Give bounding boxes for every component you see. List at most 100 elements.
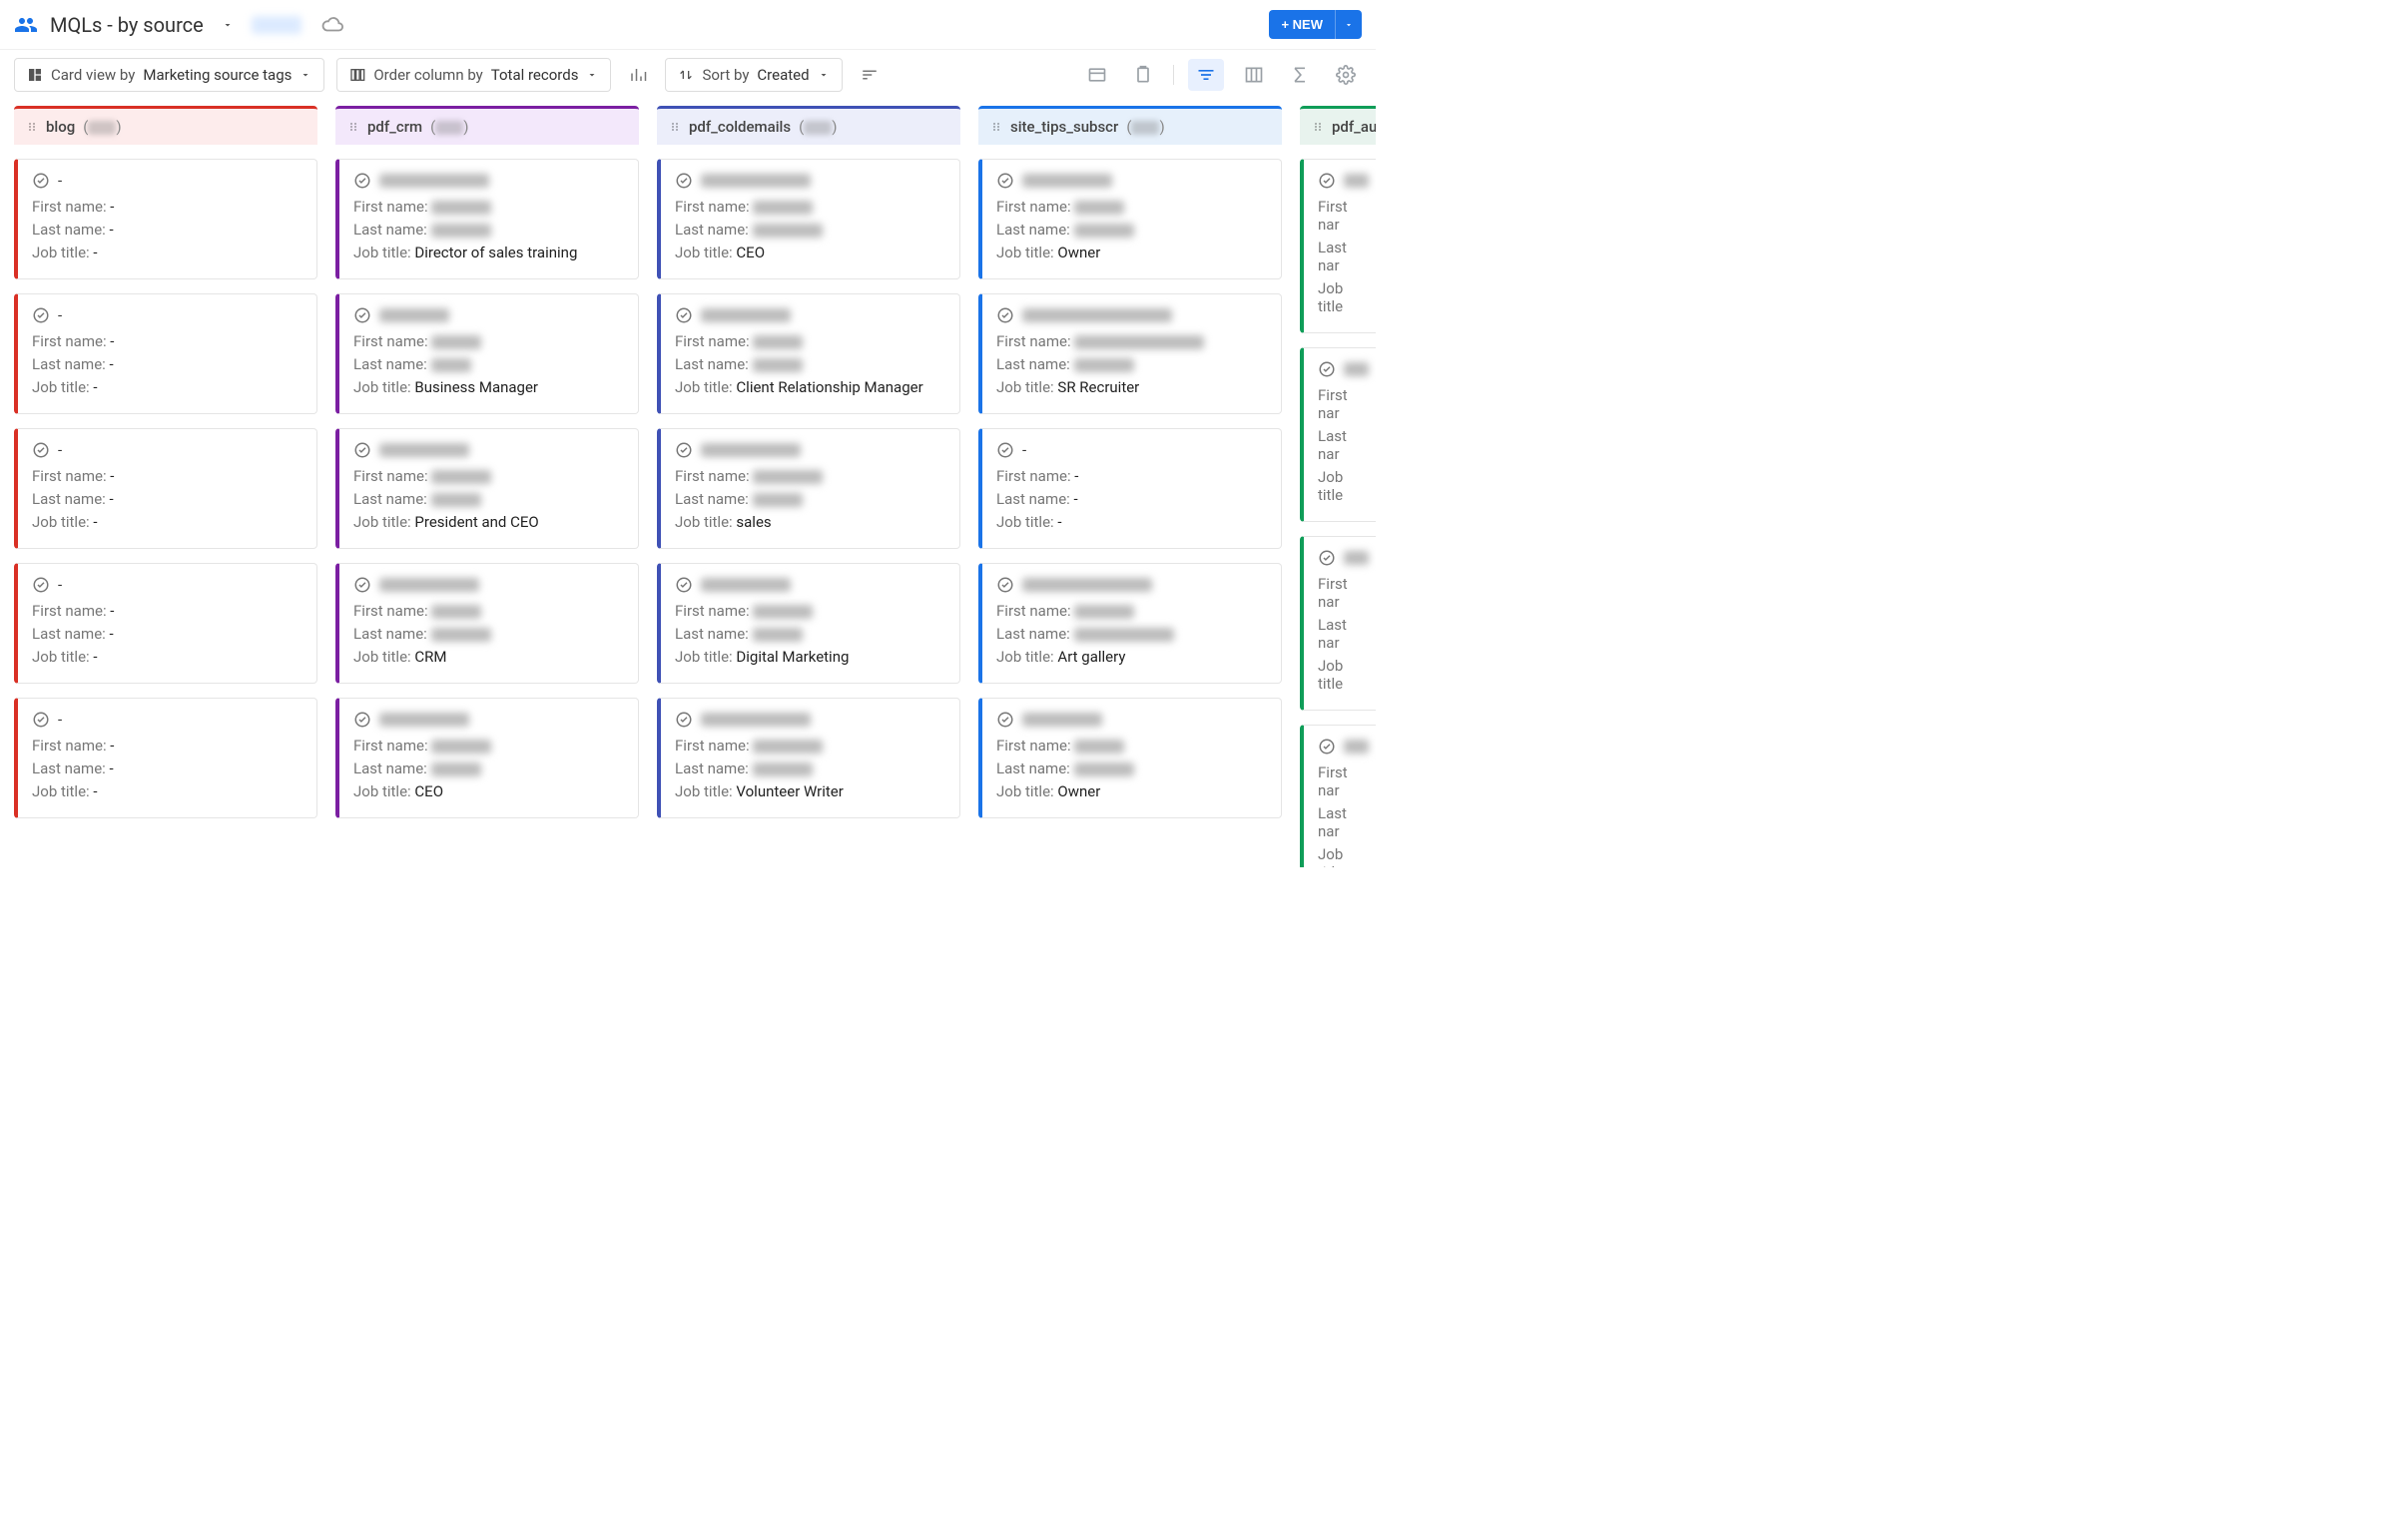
record-card[interactable]: -First name: -Last name: -Job title: -: [14, 293, 317, 414]
record-card[interactable]: First name: Last name: Job title: Direct…: [335, 159, 639, 279]
last-name-field: Last name: -: [32, 760, 302, 777]
last-name-field: Last name: -: [32, 221, 302, 239]
last-name-field: Last name:: [675, 760, 945, 777]
card-title-redacted: [379, 713, 469, 727]
page-title: MQLs - by source: [50, 13, 204, 37]
job-title-field: Job title: [1318, 845, 1369, 867]
header-badge-redacted: [252, 16, 301, 34]
last-name-field: Last nar: [1318, 616, 1369, 652]
card-title-redacted: [701, 174, 811, 188]
order-column-selector[interactable]: Order column by Total records: [336, 58, 611, 92]
record-card[interactable]: First name: Last name: Job title: Volunt…: [657, 698, 960, 818]
first-name-field: First name:: [675, 467, 945, 485]
settings-gear-icon[interactable]: [1330, 59, 1362, 91]
record-card[interactable]: First narLast narJob title: [1300, 347, 1376, 522]
title-dropdown[interactable]: [222, 19, 234, 31]
clipboard-icon[interactable]: [1127, 59, 1159, 91]
record-card[interactable]: First name: Last name: Job title: Presid…: [335, 428, 639, 549]
job-title-field: Job title: [1318, 657, 1369, 693]
column-site_tips_subscr: site_tips_subscr() First name: Last name:…: [978, 106, 1282, 867]
job-title-field: Job title: Volunteer Writer: [675, 782, 945, 800]
last-name-field: Last name: -: [32, 490, 302, 508]
first-name-field: First name:: [996, 332, 1267, 350]
record-card[interactable]: First name: Last name: Job title: CRM: [335, 563, 639, 684]
last-name-field: Last name: -: [32, 625, 302, 643]
record-card[interactable]: -First name: -Last name: -Job title: -: [14, 428, 317, 549]
new-button-dropdown[interactable]: [1335, 10, 1362, 39]
new-button[interactable]: + NEW: [1269, 10, 1335, 39]
cardview-prefix: Card view by: [51, 66, 135, 84]
drag-handle-icon[interactable]: [669, 121, 681, 133]
record-card[interactable]: First name: Last name: Job title: SR Rec…: [978, 293, 1282, 414]
job-title-field: Job title: -: [32, 513, 302, 531]
first-name-field: First name:: [353, 602, 624, 620]
card-title-redacted: [1344, 740, 1369, 754]
record-card[interactable]: First name: Last name: Job title: Busine…: [335, 293, 639, 414]
record-card[interactable]: First name: Last name: Job title: CEO: [657, 159, 960, 279]
card-title-redacted: [379, 174, 489, 188]
record-card[interactable]: First name: Last name: Job title: Art ga…: [978, 563, 1282, 684]
column-header[interactable]: pdf_coldemails(): [657, 106, 960, 145]
ordercol-value: Total records: [491, 66, 579, 84]
first-name-field: First name: -: [32, 198, 302, 216]
job-title-field: Job title: CRM: [353, 648, 624, 666]
last-name-field: Last name:: [996, 625, 1267, 643]
drag-handle-icon[interactable]: [347, 121, 359, 133]
first-name-field: First name:: [353, 737, 624, 755]
drag-handle-icon[interactable]: [990, 121, 1002, 133]
column-header[interactable]: blog(): [14, 106, 317, 145]
last-name-field: Last name:: [353, 760, 624, 777]
card-title-redacted: [701, 308, 791, 322]
last-name-field: Last name:: [996, 355, 1267, 373]
record-card[interactable]: -First name: -Last name: -Job title: -: [978, 428, 1282, 549]
drag-handle-icon[interactable]: [1312, 121, 1324, 133]
drag-handle-icon[interactable]: [26, 121, 38, 133]
record-card[interactable]: First name: Last name: Job title: Digita…: [657, 563, 960, 684]
sortby-value: Created: [757, 66, 809, 84]
sigma-icon[interactable]: [1284, 59, 1316, 91]
record-card[interactable]: First narLast narJob title: [1300, 159, 1376, 333]
column-name: pdf_crm: [367, 118, 422, 136]
view-card-icon[interactable]: [1081, 59, 1113, 91]
job-title-field: Job title: -: [32, 782, 302, 800]
kanban-board: blog() -First name: -Last name: -Job titl…: [0, 106, 1376, 867]
record-card[interactable]: First name: Last name: Job title: CEO: [335, 698, 639, 818]
record-card[interactable]: First name: Last name: Job title: sales: [657, 428, 960, 549]
card-title-redacted: [1022, 308, 1172, 322]
card-title-redacted: [379, 308, 449, 322]
record-card[interactable]: First name: Last name: Job title: Owner: [978, 159, 1282, 279]
record-card[interactable]: -First name: -Last name: -Job title: -: [14, 159, 317, 279]
record-card[interactable]: First name: Last name: Job title: Client…: [657, 293, 960, 414]
column-header[interactable]: site_tips_subscr(): [978, 106, 1282, 145]
last-name-field: Last name: -: [32, 355, 302, 373]
column-pdf_crm: pdf_crm() First name: Last name: Job titl…: [335, 106, 639, 867]
columns-icon[interactable]: [1238, 59, 1270, 91]
column-name: pdf_coldemails: [689, 118, 791, 136]
sort-lines-icon[interactable]: [855, 60, 885, 90]
job-title-field: Job title: [1318, 468, 1369, 504]
first-name-field: First name: -: [996, 467, 1267, 485]
filter-icon[interactable]: [1188, 59, 1224, 91]
job-title-field: Job title: CEO: [353, 782, 624, 800]
job-title-field: Job title: [1318, 279, 1369, 315]
record-card[interactable]: First narLast narJob title: [1300, 536, 1376, 711]
column-header[interactable]: pdf_crm(): [335, 106, 639, 145]
last-name-field: Last name:: [353, 490, 624, 508]
last-name-field: Last name:: [996, 760, 1267, 777]
card-view-selector[interactable]: Card view by Marketing source tags: [14, 58, 324, 92]
column-header[interactable]: pdf_au(): [1300, 106, 1376, 145]
record-card[interactable]: -First name: -Last name: -Job title: -: [14, 698, 317, 818]
chart-icon[interactable]: [623, 60, 653, 90]
record-card[interactable]: First narLast narJob title: [1300, 725, 1376, 867]
record-card[interactable]: First name: Last name: Job title: Owner: [978, 698, 1282, 818]
cloud-sync-icon[interactable]: [321, 14, 343, 36]
last-name-field: Last name:: [675, 355, 945, 373]
first-name-field: First name:: [353, 467, 624, 485]
first-name-field: First name:: [996, 198, 1267, 216]
sortby-prefix: Sort by: [702, 66, 749, 84]
job-title-field: Job title: -: [996, 513, 1267, 531]
job-title-field: Job title: Owner: [996, 782, 1267, 800]
record-card[interactable]: -First name: -Last name: -Job title: -: [14, 563, 317, 684]
column-pdf_au: pdf_au() First narLast narJob title First …: [1300, 106, 1376, 867]
sort-by-selector[interactable]: Sort by Created: [665, 58, 842, 92]
